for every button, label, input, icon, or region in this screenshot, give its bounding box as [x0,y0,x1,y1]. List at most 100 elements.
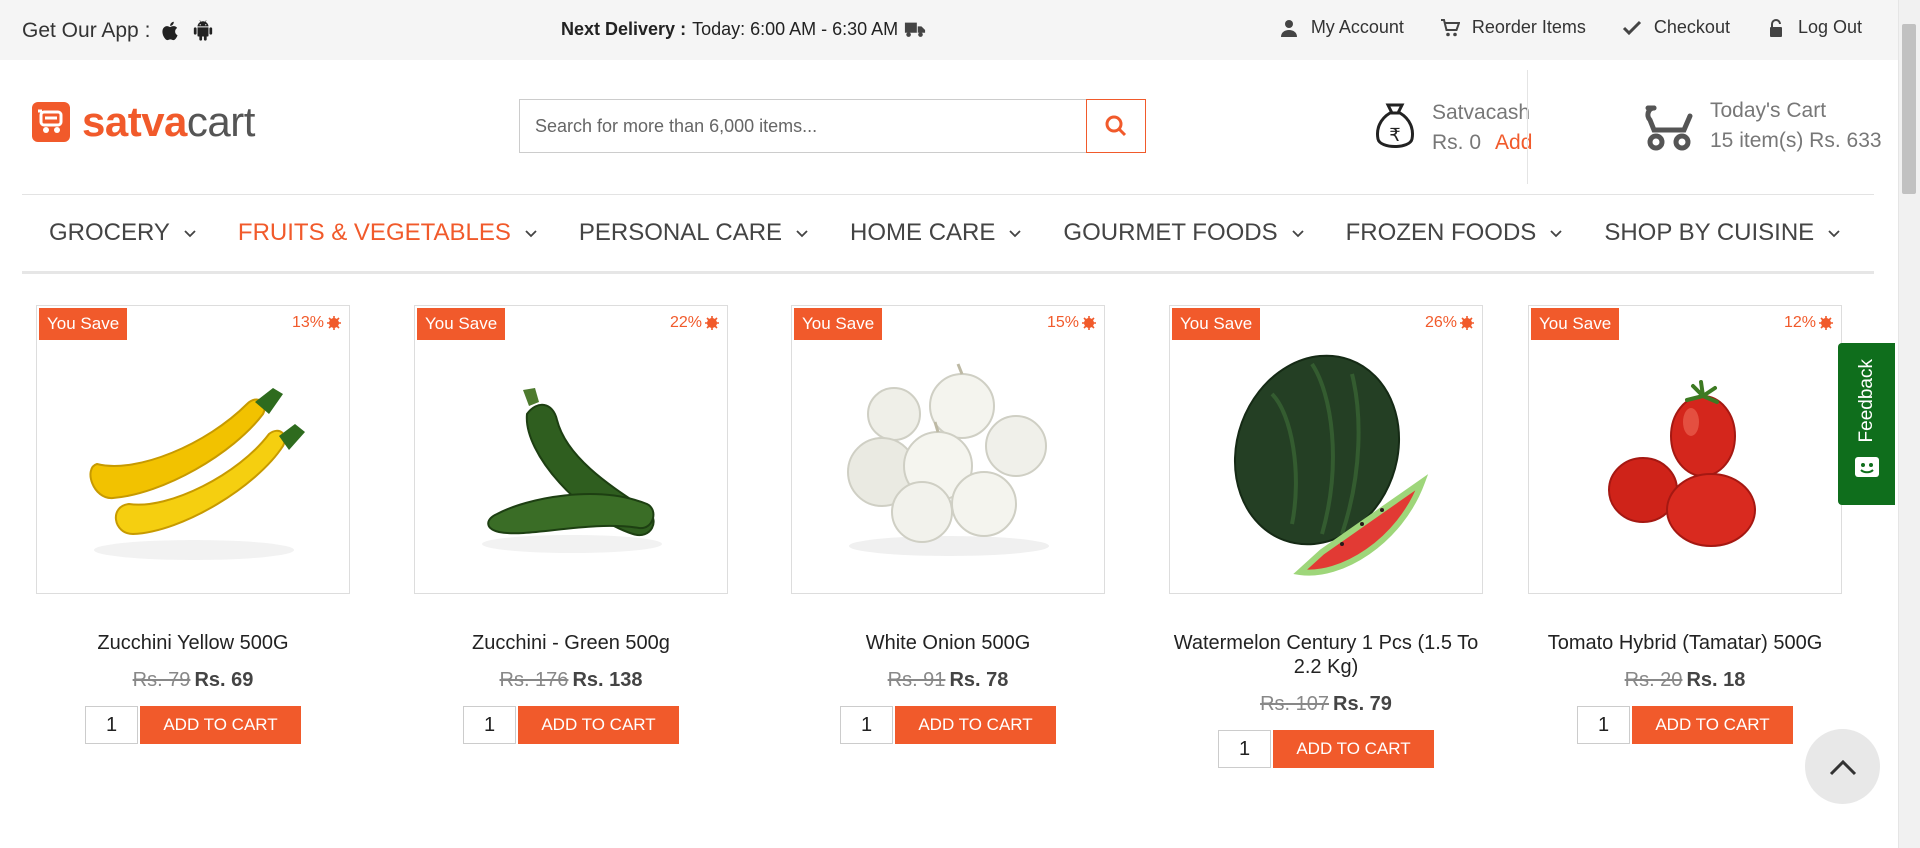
product-price: Rs. 20 Rs. 18 [1528,669,1842,692]
nav-item-gourmet-foods[interactable]: GOURMET FOODS [1063,219,1304,247]
add-to-cart-button[interactable]: ADD TO CART [518,706,679,744]
buy-row: ADD TO CART [36,706,350,744]
todays-cart-widget[interactable]: Today's Cart 15 item(s) Rs. 633 [1640,96,1882,156]
reorder-items-link[interactable]: Reorder Items [1440,17,1586,38]
next-delivery: Next Delivery : Today: 6:00 AM - 6:30 AM [561,19,926,40]
quantity-input[interactable] [463,706,516,744]
add-to-cart-button[interactable]: ADD TO CART [140,706,301,744]
you-save-badge: You Save [39,308,128,340]
new-price: Rs. 18 [1686,669,1746,691]
new-price: Rs. 78 [949,669,1009,691]
scrollbar-thumb[interactable] [1902,24,1916,194]
nav-item-home-care[interactable]: HOME CARE [850,219,1022,247]
nav-label: PERSONAL CARE [578,219,783,246]
quantity-input[interactable] [1218,730,1271,768]
site-logo[interactable]: satvacart [32,98,255,146]
discount-value: 26% [1424,314,1457,331]
buy-row: ADD TO CART [414,706,728,744]
add-to-cart-button[interactable]: ADD TO CART [1273,730,1434,768]
todays-cart-summary: 15 item(s) Rs. 633 [1710,129,1882,152]
product-image-box[interactable]: You Save 22% [414,305,728,594]
chevron-up-icon [1829,759,1856,775]
product-price: Rs. 79 Rs. 69 [36,669,350,692]
product-price: Rs. 107 Rs. 79 [1169,693,1483,716]
product-card: You Save 26% Watermelon Century 1 Pcs (1… [1169,305,1483,768]
truck-icon [905,22,926,37]
my-account-label: My Account [1310,17,1404,37]
android-icon[interactable] [192,20,214,42]
product-name[interactable]: Zucchini - Green 500g [414,631,728,655]
search-icon [1105,115,1127,137]
nav-label: HOME CARE [850,219,996,246]
discount-value: 15% [1046,314,1079,331]
product-name[interactable]: White Onion 500G [791,631,1105,655]
feedback-tab[interactable]: Feedback [1838,343,1895,505]
chevron-down-icon [1009,230,1022,238]
satvacash-label: Satvacash [1432,101,1531,124]
page-scrollbar[interactable] [1898,0,1920,848]
burst-icon [705,316,719,330]
you-save-badge: You Save [417,308,506,340]
delivery-label: Next Delivery : [561,19,687,39]
user-icon [1280,19,1297,37]
quantity-input[interactable] [85,706,138,744]
cart-icon [1440,18,1460,36]
add-to-cart-button[interactable]: ADD TO CART [1632,706,1793,744]
nav-item-personal-care[interactable]: PERSONAL CARE [579,219,808,247]
cart-logo-icon [32,102,70,142]
chevron-down-icon [184,230,196,238]
my-account-link[interactable]: My Account [1279,17,1404,38]
product-image-box[interactable]: You Save 26% [1169,305,1483,594]
nav-item-frozen-foods[interactable]: FROZEN FOODS [1346,219,1563,247]
product-name[interactable]: Tomato Hybrid (Tamatar) 500G [1528,631,1842,655]
feedback-label: Feedback [1855,359,1877,443]
discount-badge: 26% [1425,314,1474,332]
search-bar [519,99,1146,153]
money-bag-icon: ₹ [1376,103,1414,148]
discount-badge: 13% [292,314,341,332]
log-out-link[interactable]: Log Out [1766,17,1862,38]
new-price: Rs. 79 [1333,693,1392,715]
old-price: Rs. 176 [499,669,569,691]
discount-badge: 12% [1784,314,1833,332]
discount-badge: 22% [670,314,719,332]
add-to-cart-button[interactable]: ADD TO CART [895,706,1056,744]
todays-cart-label: Today's Cart [1710,99,1827,122]
delivery-value: Today: 6:00 AM - 6:30 AM [692,19,899,39]
tomato-image [1608,380,1756,547]
quantity-input[interactable] [840,706,893,744]
back-to-top-button[interactable] [1805,729,1880,804]
you-save-badge: You Save [1172,308,1261,340]
product-grid: You Save 13% Zucchini Yellow 500G Rs. 79… [36,305,1842,785]
apple-icon[interactable] [160,20,182,42]
get-app: Get Our App : [22,19,214,43]
product-name[interactable]: Zucchini Yellow 500G [36,631,350,655]
nav-label: SHOP BY CUISINE [1604,219,1815,246]
nav-item-fruits-vegetables[interactable]: FRUITS & VEGETABLES [238,219,537,247]
search-button[interactable] [1086,99,1146,153]
product-image-box[interactable]: You Save 15% [791,305,1105,594]
old-price: Rs. 107 [1260,693,1329,715]
burst-icon [1460,316,1474,330]
new-price: Rs. 69 [194,669,254,691]
category-nav: GROCERY FRUITS & VEGETABLES PERSONAL CAR… [22,194,1874,274]
search-input[interactable] [520,100,1086,152]
product-name[interactable]: Watermelon Century 1 Pcs (1.5 To 2.2 Kg) [1169,631,1483,679]
shopping-cart-icon [1645,105,1693,151]
reorder-items-label: Reorder Items [1471,17,1586,37]
product-image-box[interactable]: You Save 13% [36,305,350,594]
nav-item-grocery[interactable]: GROCERY [49,219,196,247]
checkout-link[interactable]: Checkout [1622,17,1730,38]
chevron-down-icon [1292,230,1304,238]
nav-label: FRUITS & VEGETABLES [237,219,511,246]
product-image-box[interactable]: You Save 12% [1528,305,1842,594]
buy-row: ADD TO CART [1528,706,1842,744]
nav-item-shop-by-cuisine[interactable]: SHOP BY CUISINE [1604,219,1840,247]
product-card: You Save 12% Tomato Hybrid (Tamatar) 500… [1528,305,1842,744]
quantity-input[interactable] [1577,706,1630,744]
buy-row: ADD TO CART [791,706,1105,744]
nav-label: GROCERY [49,219,170,246]
discount-value: 12% [1783,314,1816,331]
checkout-label: Checkout [1653,17,1730,37]
watermelon-image [1233,354,1429,576]
